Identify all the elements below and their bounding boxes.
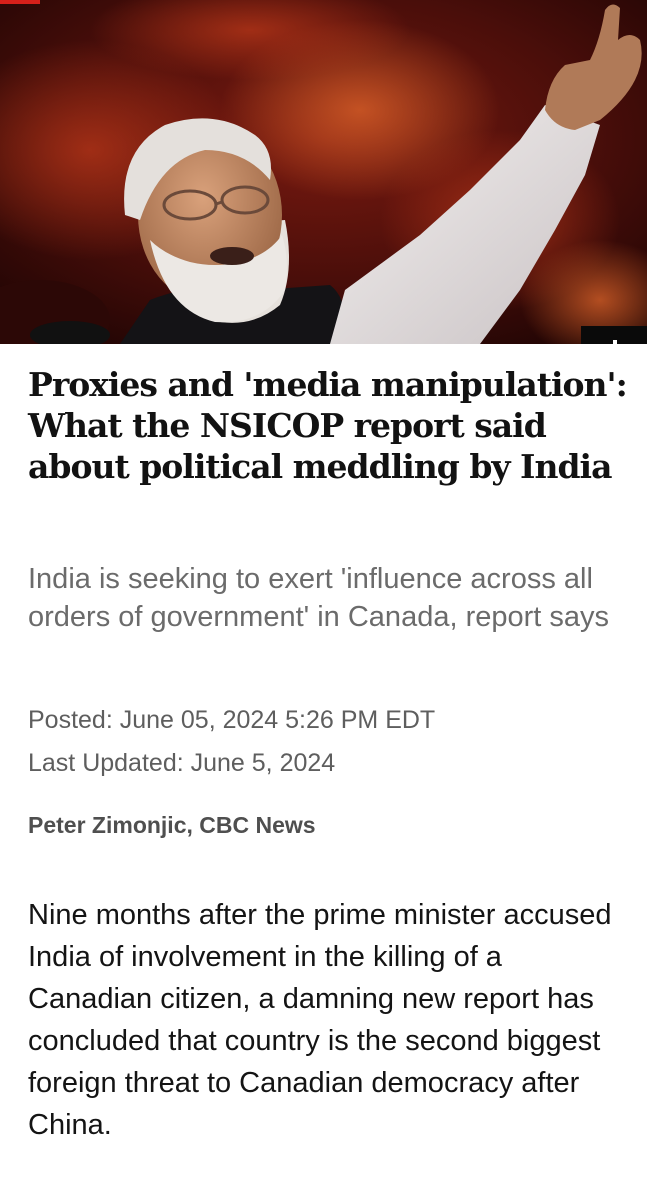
article-headline: Proxies and 'media manipulation': What t… [28,365,628,486]
hero-photo [0,0,647,344]
hero-photo-illustration [0,0,647,344]
posted-date: Posted: June 05, 2024 5:26 PM EDT [28,706,436,734]
article-byline: Peter Zimonjic, CBC News [28,812,316,838]
top-accent-bar [0,0,40,4]
article-body-paragraph: Nine months after the prime minister acc… [28,899,612,1141]
image-caption-toggle[interactable] [581,326,647,344]
last-updated-date: Last Updated: June 5, 2024 [28,749,336,777]
caption-dot-icon [613,340,617,344]
article-deck: India is seeking to exert 'influence acr… [28,563,610,633]
